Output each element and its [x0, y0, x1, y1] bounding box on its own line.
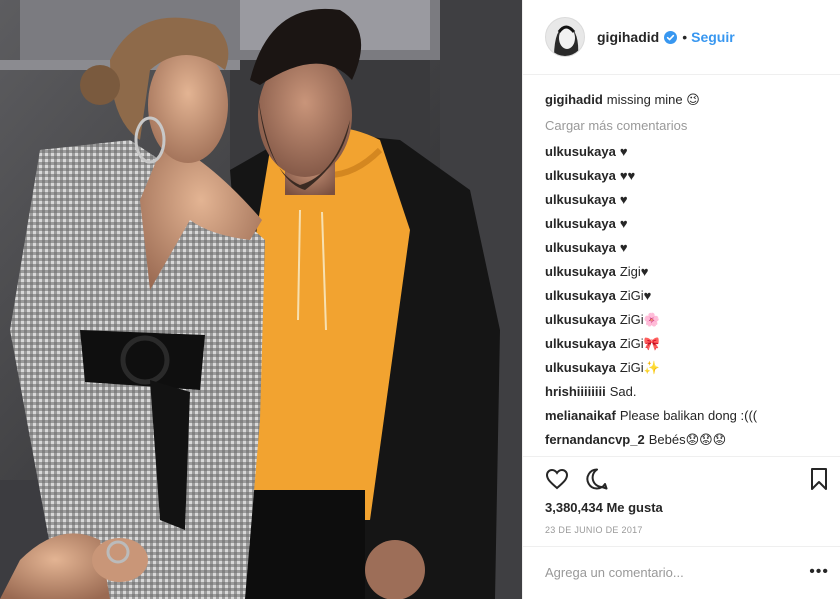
- comment-username[interactable]: ulkusukaya: [545, 360, 616, 375]
- comment-username[interactable]: ulkusukaya: [545, 216, 616, 231]
- comment-text: ♥: [619, 192, 628, 207]
- comment-username[interactable]: hrishiiiiiiii: [545, 384, 606, 399]
- comment-text: ZiGi🎀: [619, 336, 660, 351]
- comment-row: ulkusukaya ♥♥: [545, 164, 835, 188]
- comment-username[interactable]: ulkusukaya: [545, 192, 616, 207]
- post-photo-illustration: [0, 0, 522, 599]
- comment-row: ulkusukaya ZiGi♥: [545, 284, 835, 308]
- comment-text: Bebés😟😟😟: [648, 432, 727, 447]
- avatar-image: [546, 18, 584, 56]
- comment-text: Please balikan dong :(((: [619, 408, 758, 423]
- follow-button[interactable]: Seguir: [691, 29, 735, 45]
- comment-row: melianaikaf Please balikan dong :(((: [545, 404, 835, 428]
- comment-row: hrishiiiiiiii Sad.: [545, 380, 835, 404]
- comment-text: ♥: [619, 216, 628, 231]
- post-caption: gigihadid missing mine 😉: [545, 88, 835, 112]
- comment-username[interactable]: ulkusukaya: [545, 168, 616, 183]
- bookmark-icon[interactable]: [809, 467, 829, 496]
- comment-username[interactable]: ulkusukaya: [545, 144, 616, 159]
- comment-text: ♥: [619, 240, 628, 255]
- comment-text: ♥: [619, 144, 628, 159]
- comment-row: ulkusukaya ♥: [545, 212, 835, 236]
- post-photo[interactable]: [0, 0, 522, 599]
- comment-row: ulkusukaya ♥: [545, 188, 835, 212]
- like-count[interactable]: 3,380,434 Me gusta: [545, 500, 663, 515]
- comment-text: ZiGi♥: [619, 288, 652, 303]
- comment-row: ulkusukaya ♥: [545, 236, 835, 260]
- heart-icon[interactable]: [545, 467, 569, 496]
- comment-text: ZiGi🌸: [619, 312, 660, 327]
- comment-text: Sad.: [609, 384, 637, 399]
- comment-row: ulkusukaya ZiGi🎀: [545, 332, 835, 356]
- comment-username[interactable]: ulkusukaya: [545, 264, 616, 279]
- post-date: 23 DE JUNIO DE 2017: [545, 525, 643, 535]
- load-more-comments-button[interactable]: Cargar más comentarios: [545, 112, 835, 140]
- comment-username[interactable]: ulkusukaya: [545, 288, 616, 303]
- verified-badge-icon: [664, 30, 678, 44]
- add-comment-input[interactable]: Agrega un comentario...: [545, 565, 684, 580]
- comment-list: gigihadid missing mine 😉 Cargar más comen…: [545, 88, 835, 452]
- post-side-panel: gigihadid • Seguir gigihadid missing mine…: [522, 0, 840, 599]
- comment-username[interactable]: ulkusukaya: [545, 240, 616, 255]
- comment-text: ♥♥: [619, 168, 636, 183]
- separator-dot: •: [682, 29, 688, 45]
- more-options-icon[interactable]: •••: [809, 563, 829, 581]
- comment-bubble-icon[interactable]: [585, 467, 609, 496]
- comment-text: ZiGi✨: [619, 360, 660, 375]
- comment-row: fernandancvp_2 Bebés😟😟😟: [545, 428, 835, 452]
- caption-text: missing mine 😉: [606, 92, 700, 107]
- comment-row: ulkusukaya Zigi♥: [545, 260, 835, 284]
- caption-username[interactable]: gigihadid: [545, 92, 603, 107]
- comment-username[interactable]: ulkusukaya: [545, 312, 616, 327]
- comment-username[interactable]: fernandancvp_2: [545, 432, 645, 447]
- avatar[interactable]: [545, 17, 585, 57]
- comment-text: Zigi♥: [619, 264, 649, 279]
- comment-row: ulkusukaya ♥: [545, 140, 835, 164]
- comment-row: ulkusukaya ZiGi🌸: [545, 308, 835, 332]
- header-username[interactable]: gigihadid: [597, 29, 659, 45]
- comment-username[interactable]: ulkusukaya: [545, 336, 616, 351]
- post-actions: 3,380,434 Me gusta 23 DE JUNIO DE 2017: [523, 456, 840, 546]
- add-comment-section: Agrega un comentario... •••: [523, 546, 840, 599]
- post-header: gigihadid • Seguir: [523, 0, 840, 75]
- comment-username[interactable]: melianaikaf: [545, 408, 616, 423]
- comment-row: ulkusukaya ZiGi✨: [545, 356, 835, 380]
